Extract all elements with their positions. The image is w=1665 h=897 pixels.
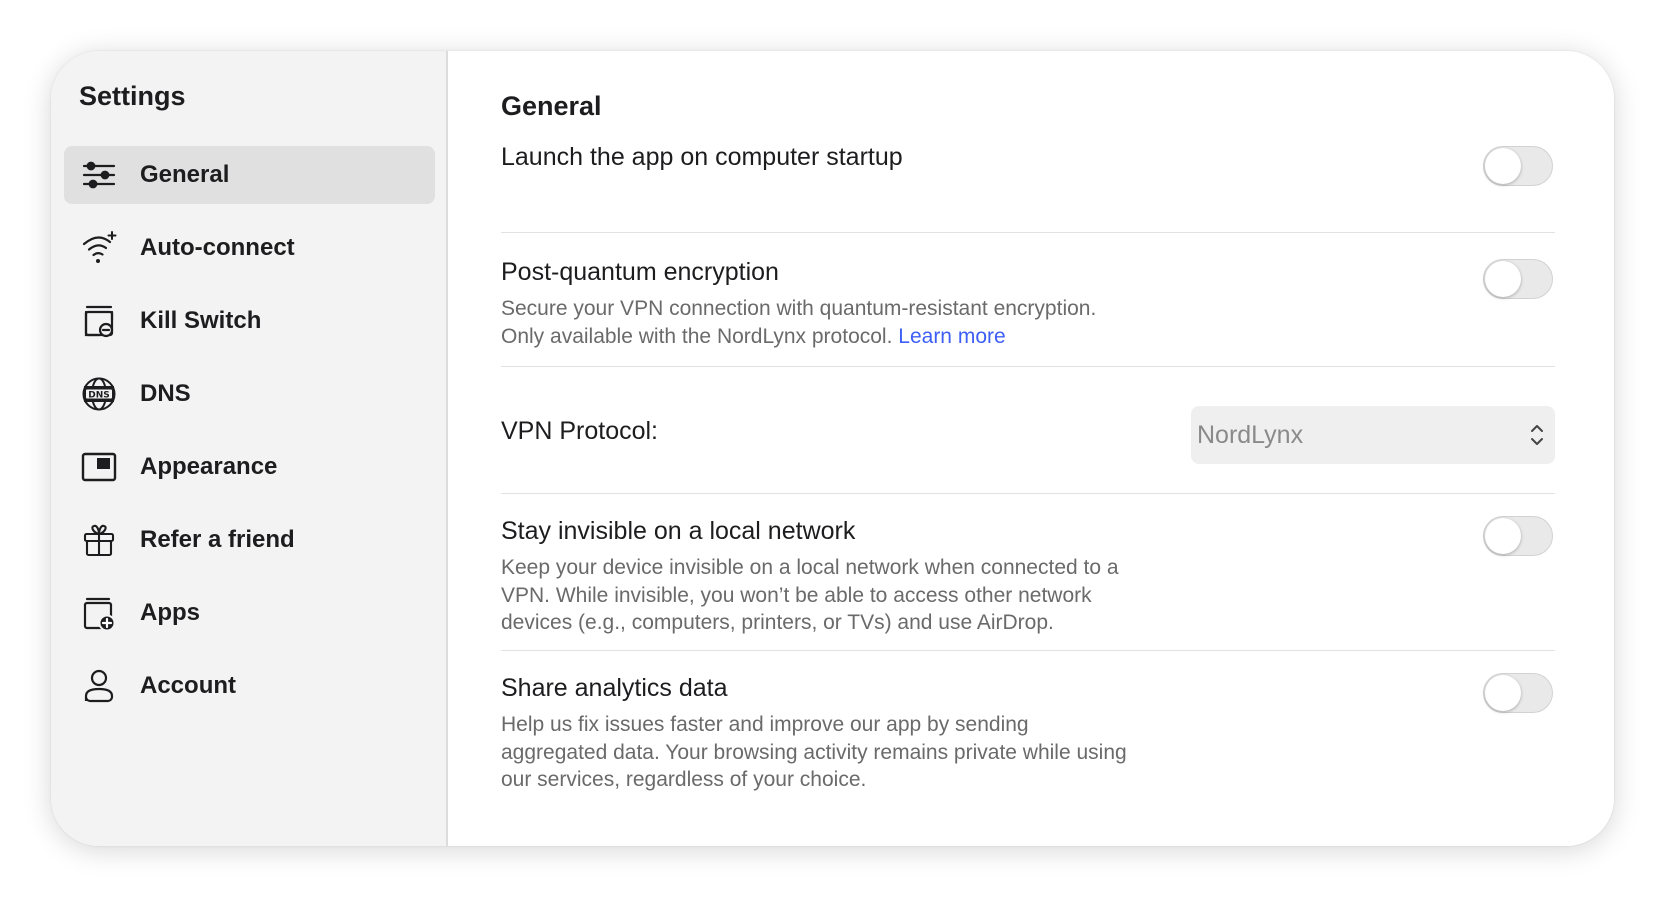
invisible-lan-row: Stay invisible on a local network Keep y… bbox=[501, 494, 1555, 651]
apps-add-icon bbox=[80, 594, 118, 632]
sidebar-item-general[interactable]: General bbox=[64, 146, 435, 204]
sidebar-title: Settings bbox=[79, 81, 186, 111]
post-quantum-desc-line-1: Secure your VPN connection with quantum-… bbox=[501, 297, 1097, 320]
sidebar-item-apps[interactable]: Apps bbox=[64, 584, 435, 642]
analytics-desc-line-1: Help us fix issues faster and improve ou… bbox=[501, 713, 1029, 736]
analytics-row: Share analytics data Help us fix issues … bbox=[501, 651, 1555, 801]
sidebar-item-refer-a-friend[interactable]: Refer a friend bbox=[64, 511, 435, 569]
launch-startup-title: Launch the app on computer startup bbox=[501, 143, 903, 171]
invisible-lan-desc-line-3: devices (e.g., computers, printers, or T… bbox=[501, 611, 1054, 634]
appearance-window-icon bbox=[80, 448, 118, 486]
learn-more-link[interactable]: Learn more bbox=[898, 325, 1005, 348]
chevron-up-down-icon bbox=[1531, 425, 1543, 445]
sidebar-item-account[interactable]: Account bbox=[64, 657, 435, 715]
vpn-protocol-label: VPN Protocol: bbox=[501, 417, 659, 445]
dns-globe-icon: DNS bbox=[80, 375, 118, 413]
analytics-desc-line-3: our services, regardless of your choice. bbox=[501, 768, 867, 791]
post-quantum-description: Secure your VPN connection with quantum-… bbox=[501, 295, 1201, 350]
analytics-toggle[interactable] bbox=[1483, 673, 1553, 713]
page-title: General bbox=[501, 91, 602, 121]
vpn-protocol-select[interactable]: NordLynx bbox=[1191, 406, 1555, 464]
toggle-knob bbox=[1485, 261, 1521, 297]
sidebar-item-appearance[interactable]: Appearance bbox=[64, 438, 435, 496]
invisible-lan-desc-line-1: Keep your device invisible on a local ne… bbox=[501, 556, 1119, 579]
invisible-lan-title: Stay invisible on a local network bbox=[501, 517, 856, 545]
wifi-sparkle-icon bbox=[80, 229, 118, 267]
sidebar-item-label: Kill Switch bbox=[140, 307, 262, 334]
invisible-lan-description: Keep your device invisible on a local ne… bbox=[501, 554, 1201, 637]
kill-switch-icon bbox=[80, 302, 118, 340]
sidebar-item-label: Appearance bbox=[140, 453, 278, 480]
sidebar-nav: General Auto-connect Kill Switch DNS DNS… bbox=[64, 146, 435, 730]
sidebar-item-auto-connect[interactable]: Auto-connect bbox=[64, 219, 435, 277]
post-quantum-desc-text: Only available with the NordLynx protoco… bbox=[501, 324, 893, 348]
toggle-knob bbox=[1485, 148, 1521, 184]
invisible-lan-toggle[interactable] bbox=[1483, 516, 1553, 556]
post-quantum-row: Post-quantum encryption Secure your VPN … bbox=[501, 233, 1555, 367]
vpn-protocol-value: NordLynx bbox=[1197, 420, 1304, 449]
sidebar-item-label: Auto-connect bbox=[140, 234, 295, 261]
sidebar-item-label: Account bbox=[140, 672, 236, 699]
launch-startup-row: Launch the app on computer startup bbox=[501, 142, 1555, 233]
analytics-title: Share analytics data bbox=[501, 674, 728, 702]
invisible-lan-desc-line-2: VPN. While invisible, you won’t be able … bbox=[501, 583, 1092, 607]
settings-window: Settings General Auto-connect Kill Switc… bbox=[51, 51, 1614, 846]
analytics-desc-line-2: aggregated data. Your browsing activity … bbox=[501, 740, 1127, 764]
toggle-knob bbox=[1485, 675, 1521, 711]
toggle-knob bbox=[1485, 518, 1521, 554]
sidebar-item-kill-switch[interactable]: Kill Switch bbox=[64, 292, 435, 350]
sidebar-item-label: DNS bbox=[140, 380, 191, 407]
analytics-description: Help us fix issues faster and improve ou… bbox=[501, 711, 1201, 794]
sidebar-item-label: General bbox=[140, 161, 230, 188]
settings-content: General Launch the app on computer start… bbox=[448, 51, 1614, 846]
post-quantum-toggle[interactable] bbox=[1483, 259, 1553, 299]
sliders-icon bbox=[80, 156, 118, 194]
sidebar: Settings General Auto-connect Kill Switc… bbox=[51, 51, 448, 846]
person-icon bbox=[80, 667, 118, 705]
post-quantum-title: Post-quantum encryption bbox=[501, 258, 779, 286]
sidebar-item-label: Refer a friend bbox=[140, 526, 295, 553]
sidebar-item-label: Apps bbox=[140, 599, 200, 626]
sidebar-item-dns[interactable]: DNS DNS bbox=[64, 365, 435, 423]
gift-icon bbox=[80, 521, 118, 559]
svg-text:DNS: DNS bbox=[88, 391, 110, 401]
launch-startup-toggle[interactable] bbox=[1483, 146, 1553, 186]
vpn-protocol-row: VPN Protocol: NordLynx bbox=[501, 367, 1555, 494]
post-quantum-desc-line-2: Only available with the NordLynx protoco… bbox=[501, 323, 1201, 351]
